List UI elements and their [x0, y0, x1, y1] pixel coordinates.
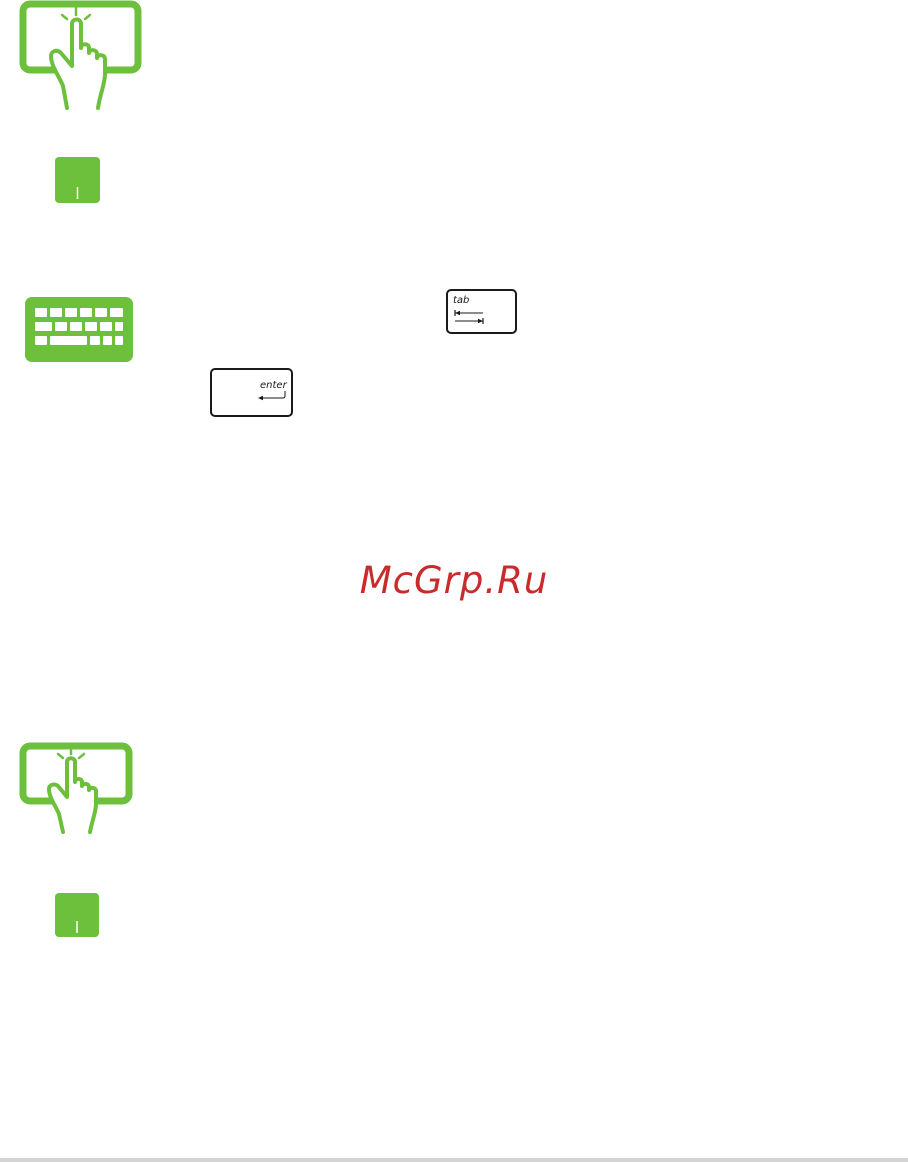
enter-arrow-icon — [258, 391, 286, 401]
watermark: McGrp.Ru — [0, 562, 908, 599]
touchpad-icon-bottom — [55, 893, 99, 937]
tab-key: tab — [446, 289, 517, 334]
touchscreen-tap-icon-bottom — [18, 742, 134, 836]
touchscreen-tap-icon — [18, 0, 142, 112]
page-bottom-rule — [0, 1158, 908, 1162]
watermark-text: McGrp.Ru — [359, 559, 549, 602]
touchpad-icon — [55, 157, 100, 203]
keyboard-icon — [25, 297, 133, 362]
enter-key: enter — [210, 368, 293, 417]
tab-key-label: tab — [453, 295, 470, 306]
tab-arrows-icon — [454, 310, 484, 324]
